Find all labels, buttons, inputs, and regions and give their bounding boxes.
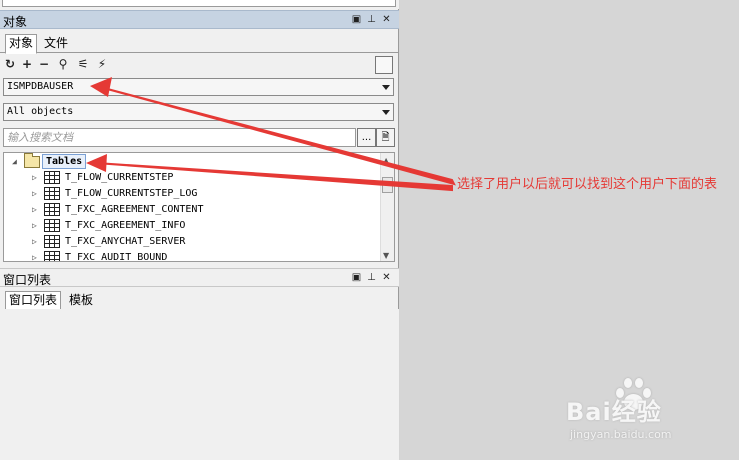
watermark-url: jingyan.baidu.com xyxy=(570,428,672,441)
arrow-to-user-select-head xyxy=(90,77,112,97)
baidu-watermark: Bai经验 jingyan.baidu.com xyxy=(566,378,736,458)
watermark-brand: Bai经验 xyxy=(566,398,662,426)
arrow-to-user-select xyxy=(99,86,456,186)
arrow-to-tables-head xyxy=(86,154,107,172)
annotation-text: 选择了用户以后就可以找到这个用户下面的表 xyxy=(457,177,718,192)
